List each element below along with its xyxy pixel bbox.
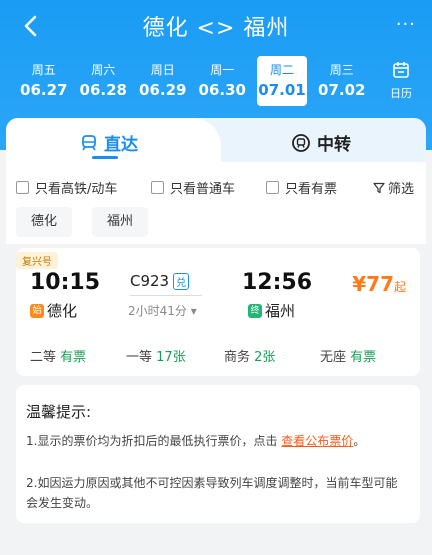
depart-time: 10:15 <box>30 270 101 295</box>
tab-underline <box>92 156 118 159</box>
date-item[interactable]: 周一 06.30 <box>193 56 253 106</box>
more-icon[interactable]: ··· <box>396 14 416 35</box>
checkbox-box <box>151 181 164 194</box>
tab-transfer[interactable]: 中转 <box>291 130 351 155</box>
arrive-time: 12:56 <box>242 270 313 295</box>
filter-bar: 只看高铁/动车 只看普通车 只看有票 筛选 德化 福州 <box>6 162 426 244</box>
checkbox-high-speed[interactable]: 只看高铁/动车 <box>16 178 117 197</box>
route-tabs: 直达 中转 <box>6 118 426 162</box>
ticket-price: ¥77起 <box>352 272 406 296</box>
exchange-tag: 兑 <box>173 272 190 290</box>
notice-line-1: 1.显示的票价均为折扣后的最低执行票价，点击 查看公布票价。 <box>26 434 366 448</box>
date-item-selected[interactable]: 周二 07.01 <box>257 56 307 106</box>
seat-no-seat: 无座 有票 <box>320 350 377 365</box>
arrive-station: 终 福州 <box>248 300 295 321</box>
page-title: 德化 <> 福州 <box>142 16 290 41</box>
duration-dropdown[interactable]: 2小时41分 ▾ <box>128 302 197 319</box>
train-card[interactable]: 复兴号 10:15 始 德化 C923 兑 2小时41分 ▾ 12:56 终 福… <box>16 248 420 376</box>
date-selector: 周五 06.27 周六 06.28 周日 06.29 周一 06.30 周二 07.01 … <box>14 56 372 106</box>
seat-business: 商务 2张 <box>224 350 276 365</box>
date-item[interactable]: 周五 06.27 <box>14 56 74 106</box>
train-number: C923 兑 <box>130 272 190 290</box>
notice-title: 温馨提示: <box>26 403 92 421</box>
view-published-price-link[interactable]: 查看公布票价 <box>281 434 353 448</box>
station-chip-from[interactable]: 德化 <box>16 207 73 237</box>
start-tag: 始 <box>30 303 44 318</box>
notice-panel: 温馨提示: 1.显示的票价均为折扣后的最低执行票价，点击 查看公布票价。 2.如… <box>16 385 420 523</box>
train-line-divider <box>130 295 202 296</box>
caret-down-icon: ▾ <box>190 304 197 318</box>
fuxing-badge: 复兴号 <box>16 252 58 269</box>
depart-station: 始 德化 <box>30 300 77 321</box>
date-item[interactable]: 周六 06.28 <box>74 56 134 106</box>
date-item[interactable]: 周日 06.29 <box>133 56 193 106</box>
calendar-button[interactable]: 日历 <box>386 60 416 101</box>
tab-transfer-label: 中转 <box>317 135 351 155</box>
tab-direct-label: 直达 <box>104 135 138 155</box>
seat-second-class: 二等 有票 <box>30 350 87 365</box>
tab-direct[interactable]: 直达 <box>6 118 221 162</box>
seat-first-class: 一等 17张 <box>126 350 186 365</box>
notice-line-2: 2.如因运力原因或其他不可控因素导致列车调度调整时，当前车型可能会发生变动。 <box>26 476 398 510</box>
filter-button[interactable]: 筛选 <box>373 178 414 197</box>
station-chip-to[interactable]: 福州 <box>92 207 149 237</box>
transfer-icon <box>292 133 310 152</box>
checkbox-box <box>266 181 279 194</box>
calendar-label: 日历 <box>390 87 412 100</box>
end-tag: 终 <box>248 303 262 318</box>
date-item[interactable]: 周三 07.02 <box>312 56 372 106</box>
train-icon <box>82 134 96 150</box>
filter-icon <box>373 182 385 193</box>
checkbox-available-only[interactable]: 只看有票 <box>266 178 337 197</box>
checkbox-normal-train[interactable]: 只看普通车 <box>151 178 235 197</box>
checkbox-box <box>16 181 29 194</box>
calendar-icon <box>393 62 409 78</box>
